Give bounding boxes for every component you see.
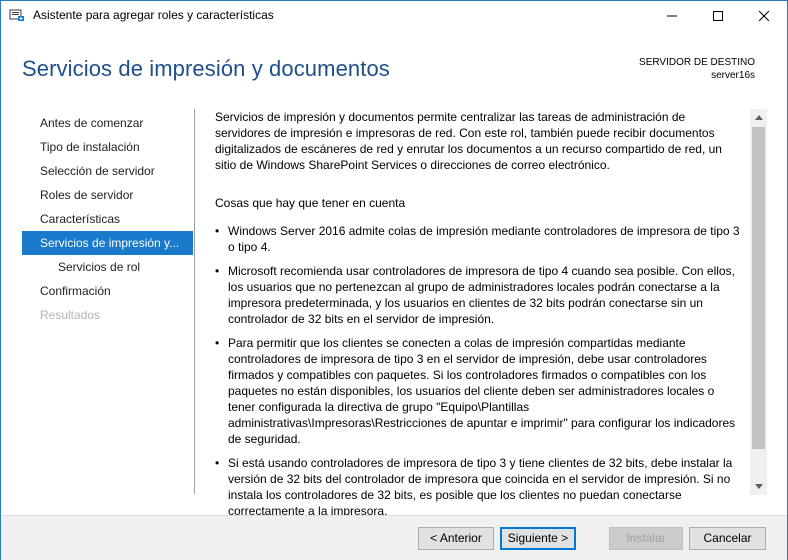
minimize-icon bbox=[667, 15, 677, 16]
maximize-button[interactable] bbox=[695, 1, 741, 30]
consideration-item: Si está usando controladores de impresor… bbox=[215, 455, 743, 519]
destination-server-label: SERVIDOR DE DESTINO bbox=[639, 57, 755, 68]
close-button[interactable] bbox=[741, 1, 787, 30]
sidebar-divider bbox=[194, 109, 195, 494]
scroll-down-button[interactable] bbox=[750, 478, 767, 495]
back-button[interactable]: < Anterior bbox=[418, 527, 494, 550]
step-confirmacion[interactable]: Confirmación bbox=[22, 279, 193, 303]
maximize-icon bbox=[713, 10, 723, 21]
close-icon bbox=[759, 10, 769, 21]
window-title: Asistente para agregar roles y caracterí… bbox=[33, 8, 274, 22]
wizard-window: Asistente para agregar roles y caracterí… bbox=[0, 0, 788, 560]
next-button[interactable]: Siguiente > bbox=[500, 527, 576, 550]
step-tipo-de-instalacion[interactable]: Tipo de instalación bbox=[22, 135, 193, 159]
chevron-up-icon bbox=[754, 115, 763, 120]
step-servicios-de-rol[interactable]: Servicios de rol bbox=[22, 255, 193, 279]
page-title: Servicios de impresión y documentos bbox=[22, 56, 390, 81]
scroll-up-button[interactable] bbox=[750, 109, 767, 126]
step-seleccion-de-servidor[interactable]: Selección de servidor bbox=[22, 159, 193, 183]
consideration-item: Microsoft recomienda usar controladores … bbox=[215, 263, 743, 327]
server-manager-icon bbox=[9, 8, 25, 22]
content-scrollbar[interactable] bbox=[750, 109, 767, 495]
intro-paragraph: Servicios de impresión y documentos perm… bbox=[215, 110, 722, 172]
chevron-down-icon bbox=[754, 484, 763, 489]
cancel-button[interactable]: Cancelar bbox=[689, 527, 766, 550]
description-panel: Servicios de impresión y documentos perm… bbox=[215, 109, 743, 527]
step-caracteristicas[interactable]: Características bbox=[22, 207, 193, 231]
wizard-steps-sidebar: Antes de comenzar Tipo de instalación Se… bbox=[22, 111, 193, 327]
destination-server-name: server16s bbox=[711, 70, 755, 81]
step-servicios-de-impresion[interactable]: Servicios de impresión y... bbox=[22, 231, 193, 255]
consideration-item: Para permitir que los clientes se conect… bbox=[215, 335, 743, 447]
minimize-button[interactable] bbox=[649, 1, 695, 30]
install-button: Instalar bbox=[609, 527, 683, 550]
step-antes-de-comenzar[interactable]: Antes de comenzar bbox=[22, 111, 193, 135]
title-bar: Asistente para agregar roles y caracterí… bbox=[1, 1, 787, 30]
step-resultados: Resultados bbox=[40, 308, 101, 322]
considerations-heading: Cosas que hay que tener en cuenta bbox=[215, 196, 406, 210]
scrollbar-thumb[interactable] bbox=[752, 127, 765, 449]
consideration-item: Windows Server 2016 admite colas de impr… bbox=[215, 223, 743, 255]
step-roles-de-servidor[interactable]: Roles de servidor bbox=[22, 183, 193, 207]
wizard-footer: < Anterior Siguiente > Instalar Cancelar bbox=[1, 515, 787, 560]
